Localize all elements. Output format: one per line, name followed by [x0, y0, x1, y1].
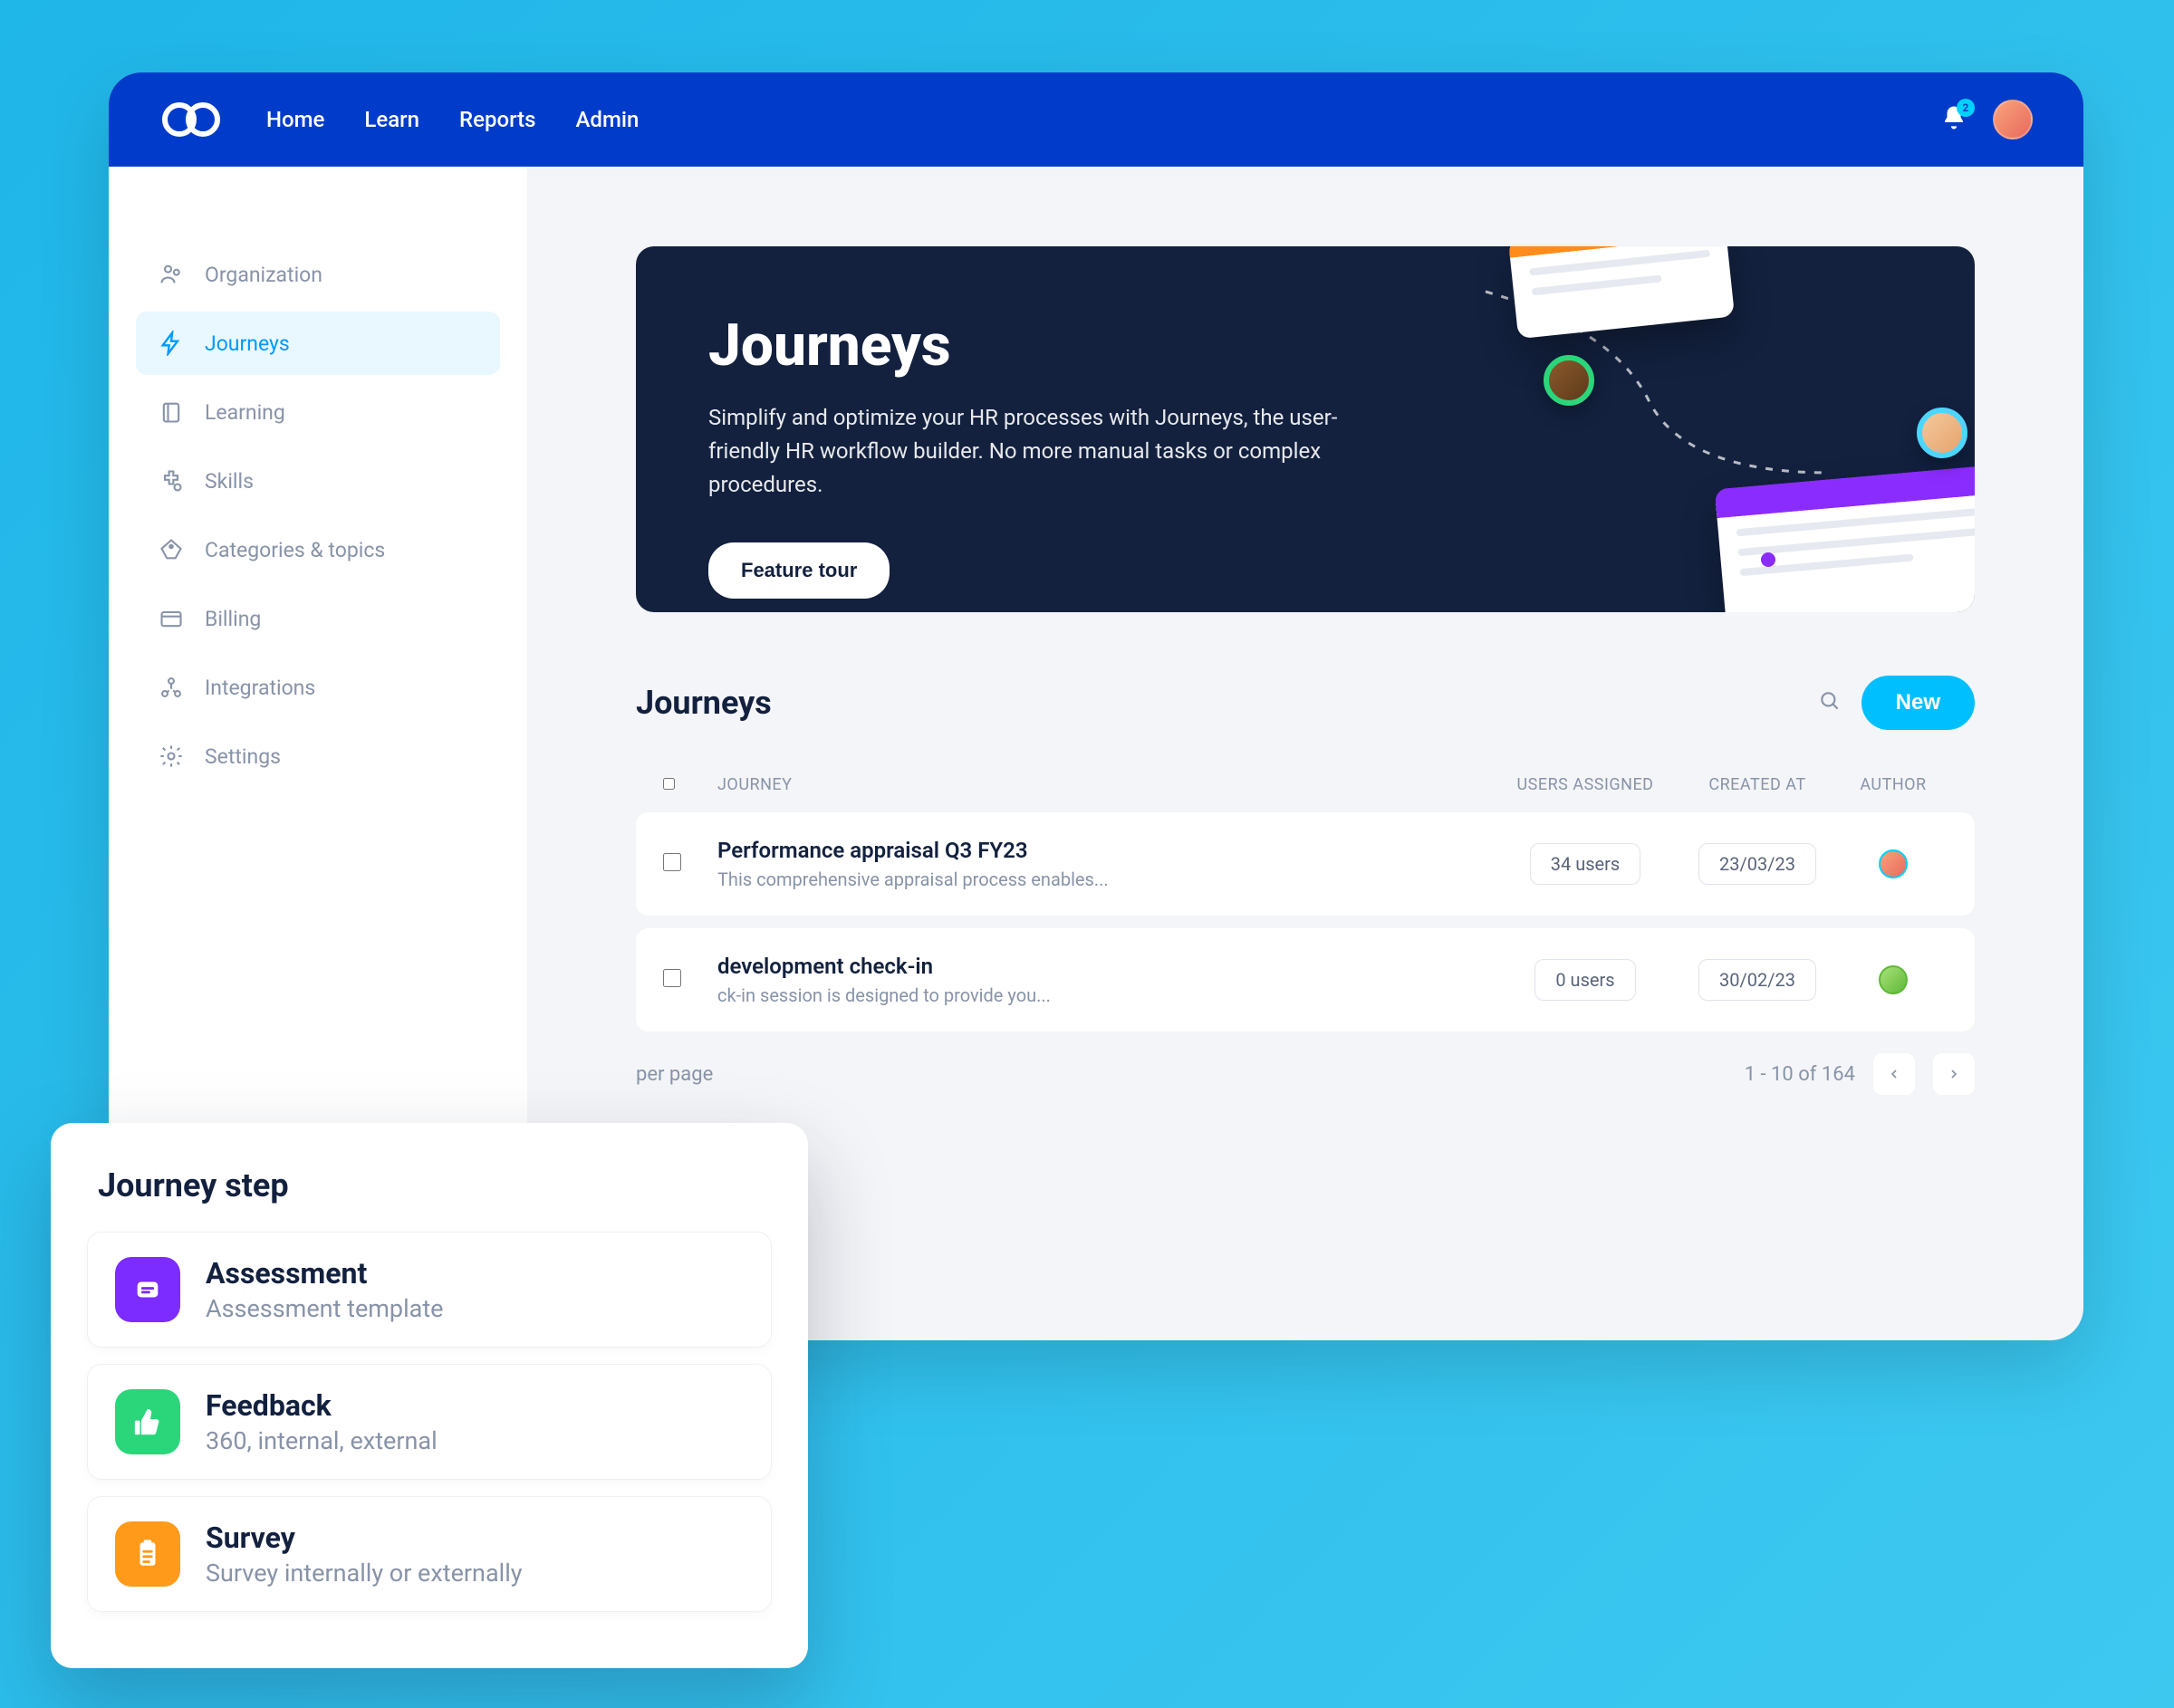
nav-learn[interactable]: Learn — [364, 107, 419, 132]
feedback-icon — [115, 1389, 180, 1454]
sidebar-label: Journeys — [205, 331, 290, 356]
step-subtitle: 360, internal, external — [206, 1426, 438, 1455]
assessment-icon — [115, 1257, 180, 1322]
users-pill: 34 users — [1530, 843, 1641, 885]
table-header: JOURNEY USERS ASSIGNED CREATED AT AUTHOR — [636, 757, 1975, 812]
topbar: Home Learn Reports Admin 2 — [109, 72, 2083, 167]
nav-reports[interactable]: Reports — [459, 107, 535, 132]
step-title: Survey — [206, 1521, 523, 1555]
sidebar-item-settings[interactable]: Settings — [136, 724, 500, 788]
col-author: AUTHOR — [1839, 775, 1948, 794]
pager-prev-button[interactable] — [1873, 1053, 1915, 1095]
notifications-button[interactable]: 2 — [1940, 104, 1967, 135]
sidebar-item-billing[interactable]: Billing — [136, 587, 500, 650]
gear-icon — [158, 743, 185, 770]
billing-icon — [158, 605, 185, 632]
section-title: Journeys — [636, 684, 772, 722]
select-all-checkbox[interactable] — [663, 778, 675, 790]
table-row[interactable]: development check-in ck-in session is de… — [636, 928, 1975, 1032]
col-users: USERS ASSIGNED — [1495, 775, 1676, 794]
sidebar-item-skills[interactable]: Skills — [136, 449, 500, 513]
created-pill: 23/03/23 — [1698, 843, 1816, 885]
sidebar-label: Billing — [205, 607, 261, 631]
author-avatar — [1879, 849, 1908, 878]
skills-icon — [158, 467, 185, 494]
learning-icon — [158, 398, 185, 426]
user-avatar[interactable] — [1993, 100, 2033, 139]
table-row[interactable]: Performance appraisal Q3 FY23 This compr… — [636, 812, 1975, 916]
pager-next-button[interactable] — [1933, 1053, 1975, 1095]
integrations-icon — [158, 674, 185, 701]
row-subtitle: ck-in session is designed to provide you… — [717, 984, 1495, 1006]
sidebar-item-learning[interactable]: Learning — [136, 380, 500, 444]
journey-step-modal: Journey step Assessment Assessment templ… — [51, 1123, 808, 1668]
sidebar-item-integrations[interactable]: Integrations — [136, 656, 500, 719]
journeys-icon — [158, 330, 185, 357]
hero-decoration — [1268, 246, 1975, 612]
created-pill: 30/02/23 — [1698, 959, 1816, 1001]
sidebar-item-journeys[interactable]: Journeys — [136, 312, 500, 375]
notification-badge: 2 — [1957, 99, 1975, 117]
nav-admin[interactable]: Admin — [576, 107, 640, 132]
sidebar-item-organization[interactable]: Organization — [136, 243, 500, 306]
logo[interactable] — [159, 100, 223, 139]
tag-icon — [158, 536, 185, 563]
sidebar-item-categories[interactable]: Categories & topics — [136, 518, 500, 581]
sidebar-label: Skills — [205, 469, 254, 494]
step-title: Assessment — [206, 1256, 444, 1291]
sidebar-label: Integrations — [205, 676, 315, 700]
row-subtitle: This comprehensive appraisal process ena… — [717, 868, 1495, 890]
pager-range: 1 - 10 of 164 — [1745, 1063, 1855, 1086]
step-survey[interactable]: Survey Survey internally or externally — [87, 1496, 772, 1612]
hero-subtitle: Simplify and optimize your HR processes … — [708, 401, 1361, 503]
step-assessment[interactable]: Assessment Assessment template — [87, 1232, 772, 1348]
sidebar-label: Learning — [205, 400, 285, 425]
hero-banner: Journeys Simplify and optimize your HR p… — [636, 246, 1975, 612]
search-icon[interactable] — [1818, 689, 1842, 716]
col-created: CREATED AT — [1676, 775, 1839, 794]
nav-home[interactable]: Home — [266, 107, 324, 132]
row-checkbox[interactable] — [663, 969, 681, 987]
step-title: Feedback — [206, 1388, 438, 1423]
sidebar-label: Settings — [205, 744, 281, 769]
row-checkbox[interactable] — [663, 853, 681, 871]
col-journey: JOURNEY — [717, 775, 1495, 794]
modal-title: Journey step — [87, 1166, 772, 1204]
new-journey-button[interactable]: New — [1861, 676, 1975, 730]
sidebar-label: Categories & topics — [205, 538, 385, 562]
row-title: Performance appraisal Q3 FY23 — [717, 838, 1495, 863]
pagination: per page 1 - 10 of 164 — [636, 1053, 1975, 1095]
per-page-label: per page — [636, 1063, 713, 1086]
step-subtitle: Assessment template — [206, 1294, 444, 1323]
step-subtitle: Survey internally or externally — [206, 1559, 523, 1588]
users-pill: 0 users — [1534, 959, 1635, 1001]
step-feedback[interactable]: Feedback 360, internal, external — [87, 1364, 772, 1480]
feature-tour-button[interactable]: Feature tour — [708, 542, 890, 599]
author-avatar — [1879, 965, 1908, 994]
hero-title: Journeys — [708, 312, 1902, 379]
sidebar-label: Organization — [205, 263, 322, 287]
row-title: development check-in — [717, 954, 1495, 979]
org-icon — [158, 261, 185, 288]
survey-icon — [115, 1521, 180, 1587]
